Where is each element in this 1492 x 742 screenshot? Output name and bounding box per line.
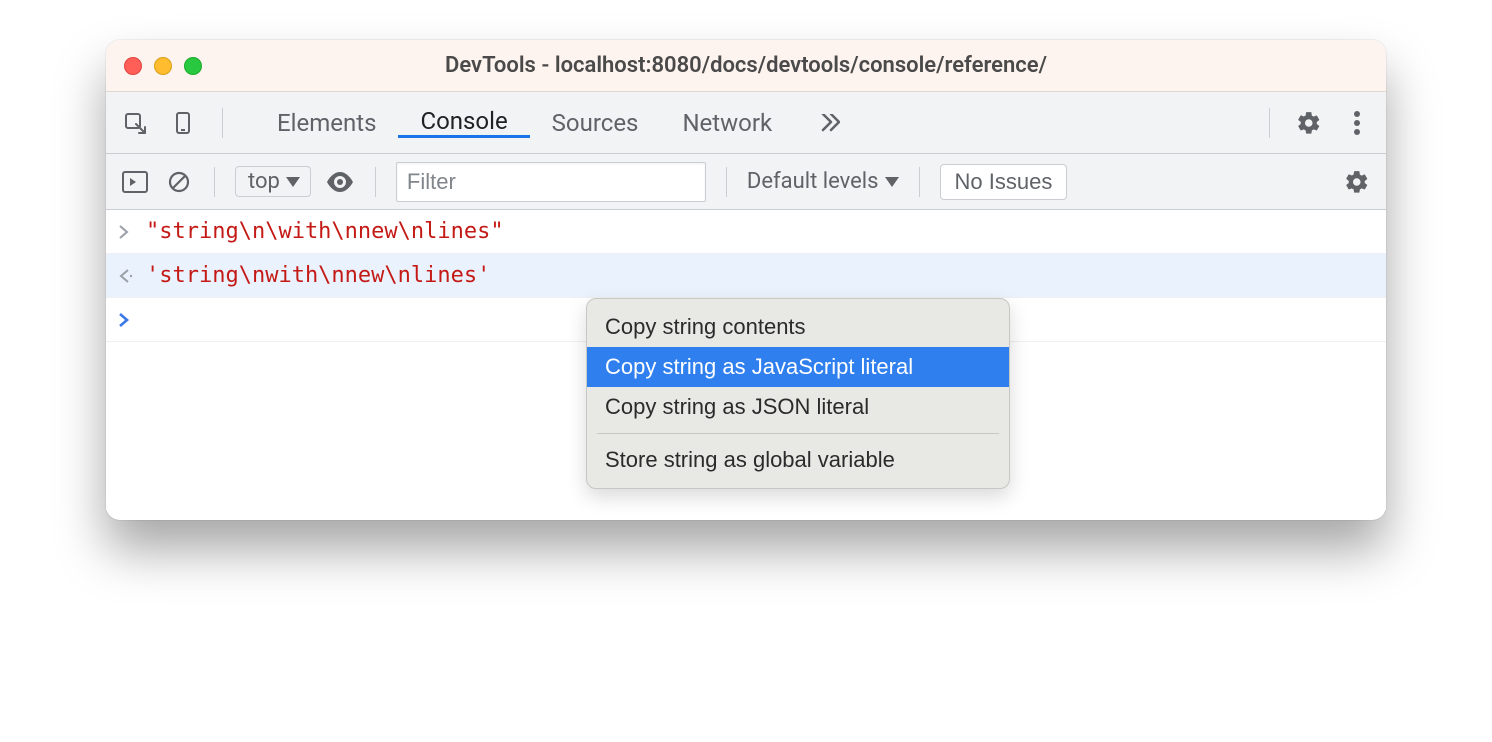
output-text: 'string\nwith\nnew\nlines' <box>146 263 490 288</box>
titlebar: DevTools - localhost:8080/docs/devtools/… <box>106 40 1386 92</box>
menu-separator <box>597 433 999 434</box>
divider <box>214 167 215 197</box>
context-selector[interactable]: top <box>235 166 311 197</box>
live-expression-eye-icon[interactable] <box>325 167 355 197</box>
zoom-icon[interactable] <box>184 57 202 75</box>
menu-copy-string-json-literal[interactable]: Copy string as JSON literal <box>587 387 1009 427</box>
console-output: "string\n\with\nnew\nlines" 'string\nwit… <box>106 210 1386 510</box>
tab-elements[interactable]: Elements <box>255 109 398 137</box>
log-levels-selector[interactable]: Default levels <box>747 169 899 194</box>
minimize-icon[interactable] <box>154 57 172 75</box>
divider <box>222 108 223 138</box>
tab-list: Elements Console Sources Network <box>255 107 862 138</box>
divider <box>375 167 376 197</box>
context-label: top <box>248 169 280 194</box>
output-chevron-icon <box>118 269 134 283</box>
console-output-row[interactable]: 'string\nwith\nnew\nlines' <box>106 254 1386 298</box>
issues-button[interactable]: No Issues <box>940 164 1068 200</box>
tab-sources[interactable]: Sources <box>530 109 661 137</box>
tab-network[interactable]: Network <box>660 109 794 137</box>
close-icon[interactable] <box>124 57 142 75</box>
input-text: "string\n\with\nnew\nlines" <box>146 219 504 244</box>
console-toolbar: top Default levels No Issues <box>106 154 1386 210</box>
filter-input[interactable] <box>396 162 706 202</box>
input-chevron-icon <box>118 225 134 239</box>
device-toggle-icon[interactable] <box>168 108 198 138</box>
window-title: DevTools - localhost:8080/docs/devtools/… <box>106 53 1386 78</box>
tabs-bar: Elements Console Sources Network <box>106 92 1386 154</box>
menu-store-global-variable[interactable]: Store string as global variable <box>587 440 1009 480</box>
issues-label: No Issues <box>955 169 1053 194</box>
menu-copy-string-contents[interactable]: Copy string contents <box>587 307 1009 347</box>
console-input-row[interactable]: "string\n\with\nnew\nlines" <box>106 210 1386 254</box>
prompt-chevron-icon <box>118 313 134 327</box>
divider <box>1269 108 1270 138</box>
tab-console[interactable]: Console <box>398 107 529 138</box>
clear-console-icon[interactable] <box>164 167 194 197</box>
inspect-element-icon[interactable] <box>120 108 150 138</box>
divider <box>726 167 727 197</box>
console-settings-gear-icon[interactable] <box>1342 167 1372 197</box>
more-tabs-icon[interactable] <box>794 114 862 132</box>
divider <box>919 167 920 197</box>
settings-gear-icon[interactable] <box>1294 108 1324 138</box>
traffic-lights <box>124 57 202 75</box>
kebab-menu-icon[interactable] <box>1342 108 1372 138</box>
context-menu: Copy string contents Copy string as Java… <box>586 298 1010 489</box>
log-levels-label: Default levels <box>747 169 879 194</box>
menu-copy-string-js-literal[interactable]: Copy string as JavaScript literal <box>587 347 1009 387</box>
sidebar-toggle-icon[interactable] <box>120 167 150 197</box>
devtools-window: DevTools - localhost:8080/docs/devtools/… <box>106 40 1386 520</box>
